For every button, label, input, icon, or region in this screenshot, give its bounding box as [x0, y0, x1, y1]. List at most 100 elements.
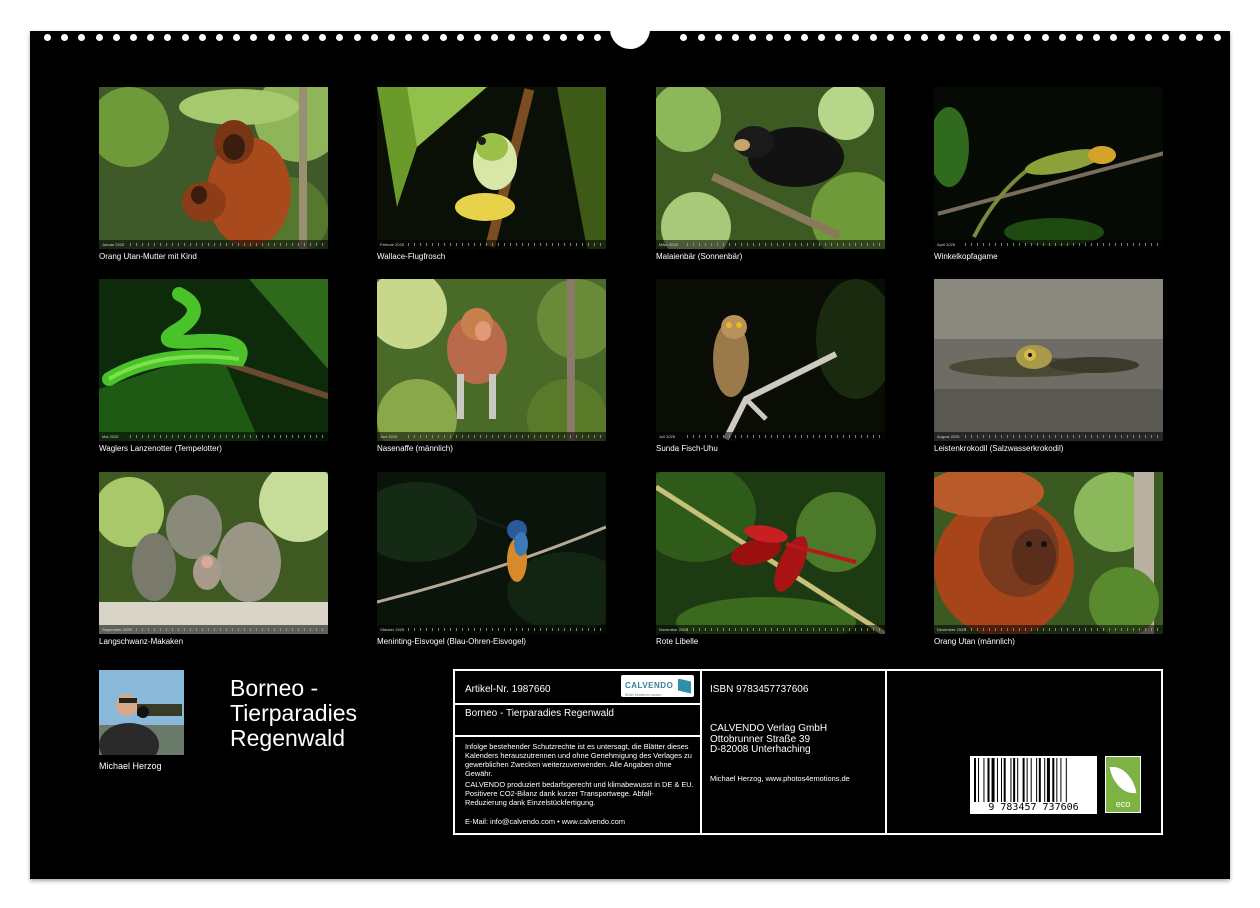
calendar-title: Borneo - Tierparadies Regenwald — [230, 676, 430, 751]
binding-hole — [1007, 34, 1015, 41]
photo-caption: Meninting-Eisvogel (Blau-Ohren-Eisvogel) — [377, 637, 526, 646]
photo-caption: Wallace-Flugfrosch — [377, 252, 446, 261]
binding-hole — [422, 34, 430, 41]
binding-hole — [904, 34, 911, 41]
photo-caption: Rote Libelle — [656, 637, 699, 646]
binding-hole — [577, 34, 585, 41]
binding-hole — [164, 34, 172, 41]
photo-cell-november: November 2025 Rote Libelle — [656, 472, 885, 646]
photo-macaques: September 2025 — [99, 472, 328, 634]
binding-hole — [216, 34, 223, 41]
binding-hole — [1041, 34, 1049, 41]
binding-hole — [783, 34, 791, 41]
binding-hole — [370, 34, 378, 41]
binding-hole — [233, 34, 241, 41]
binding-hole — [594, 34, 602, 41]
binding-hole — [766, 34, 774, 41]
binding-hole — [835, 34, 843, 41]
photo-red-dragonfly: November 2025 — [656, 472, 885, 634]
photo-cell-december: Dezember 2025 Orang Utan (männlich) — [934, 472, 1163, 646]
binding-hole — [336, 34, 344, 41]
leaf-icon — [1109, 763, 1137, 797]
photo-cell-may: Mai 2025 Waglers Lanzenotter (Tempelotte… — [99, 279, 328, 453]
binding-hole — [388, 34, 395, 41]
binding-hole — [818, 34, 825, 41]
photo-viper: Mai 2025 — [99, 279, 328, 441]
binding-hole — [1076, 34, 1083, 41]
publisher-name: CALVENDO Verlag GmbH — [710, 723, 828, 734]
binding-hole — [147, 34, 155, 41]
legal-notice: Infolge bestehender Schutzrechte ist es … — [465, 742, 692, 778]
binding-hole — [732, 34, 739, 41]
binding-hole — [1144, 34, 1152, 41]
binding-hole — [749, 34, 757, 41]
title-line: Borneo - — [230, 675, 319, 701]
photo-caption: Orang Utan (männlich) — [934, 637, 1015, 646]
binding-hole — [198, 34, 206, 41]
binding-hole — [1058, 34, 1066, 41]
photo-kingfisher: Oktober 2025 — [377, 472, 606, 634]
binding-hole — [130, 34, 137, 41]
production-notice: CALVENDO produziert bedarfsgerecht und k… — [465, 780, 694, 807]
binding-hole — [112, 34, 120, 41]
binding-hole — [1162, 34, 1169, 41]
binding-hole — [714, 34, 722, 41]
photo-caption: Winkelkopfagame — [934, 252, 998, 261]
binding-hole — [1179, 34, 1187, 41]
binding-hole — [78, 34, 86, 41]
binding-hole — [405, 34, 413, 41]
isbn-barcode: 9 783457 737606 — [970, 756, 1097, 814]
calvendo-logo: CALVENDO Bilder bewahren lassen — [621, 675, 694, 697]
binding-hole — [560, 34, 567, 41]
photo-cell-april: April 2025 Winkelkopfagame — [934, 87, 1163, 261]
binding-hole — [353, 34, 361, 41]
photo-caption: Leistenkrokodil (Salzwasserkrokodil) — [934, 444, 1064, 453]
photo-cell-july: Juli 2025 Sunda Fisch-Uhu — [656, 279, 885, 453]
binding-hole — [95, 34, 103, 41]
photo-lizard: April 2025 — [934, 87, 1163, 249]
binding-hole — [1024, 34, 1032, 41]
photo-cell-february: Februar 2025 Wallace-Flugfrosch — [377, 87, 606, 261]
eco-badge: eco — [1105, 756, 1141, 813]
binding-hole — [61, 34, 69, 41]
binding-hole — [508, 34, 516, 41]
product-info-box: Artikel-Nr. 1987660 CALVENDO Bilder bewa… — [453, 669, 1163, 835]
photo-fish-owl: Juli 2025 — [656, 279, 885, 441]
photo-orangutan-mother: Januar 2025 — [99, 87, 328, 249]
binding-hole — [302, 34, 309, 41]
isbn: ISBN 9783457737606 — [710, 684, 809, 695]
binding-hole — [1196, 34, 1204, 41]
binding-hole — [697, 34, 705, 41]
publisher-city: D-82008 Unterhaching — [710, 744, 811, 755]
binding-hole — [680, 34, 688, 41]
binding-hole — [938, 34, 946, 41]
binding-hole — [474, 34, 481, 41]
binding-hole — [542, 34, 550, 41]
photo-sun-bear: März 2025 — [656, 87, 885, 249]
photo-caption: Nasenaffe (männlich) — [377, 444, 453, 453]
article-number: Artikel-Nr. 1987660 — [465, 684, 551, 695]
binding-hole — [319, 34, 327, 41]
photo-caption: Orang Utan-Mutter mit Kind — [99, 252, 197, 261]
binding-hole — [1093, 34, 1101, 41]
binding-hole — [800, 34, 808, 41]
binding-hole — [869, 34, 877, 41]
binding-hole — [525, 34, 533, 41]
binding-hole — [972, 34, 980, 41]
photo-orangutan-male: Dezember 2025 — [934, 472, 1163, 634]
photo-cell-january: Januar 2025 Orang Utan-Mutter mit Kind — [99, 87, 328, 261]
photo-credit: Michael Herzog, www.photos4emotions.de — [710, 774, 850, 783]
binding-hole — [1127, 34, 1135, 41]
binding-hole — [181, 34, 189, 41]
binding-hole — [439, 34, 447, 41]
wire-binding — [30, 29, 1230, 49]
photo-cell-august: August 2025 Leistenkrokodil (Salzwasserk… — [934, 279, 1163, 453]
binding-hole — [491, 34, 499, 41]
photo-flying-frog: Februar 2025 — [377, 87, 606, 249]
binding-hole — [886, 34, 894, 41]
contact-line: E-Mail: info@calvendo.com • www.calvendo… — [465, 817, 626, 826]
photo-proboscis-monkey: Juni 2025 — [377, 279, 606, 441]
binding-hole — [1213, 34, 1221, 41]
photo-caption: Langschwanz-Makaken — [99, 637, 184, 646]
binding-hole — [456, 34, 464, 41]
